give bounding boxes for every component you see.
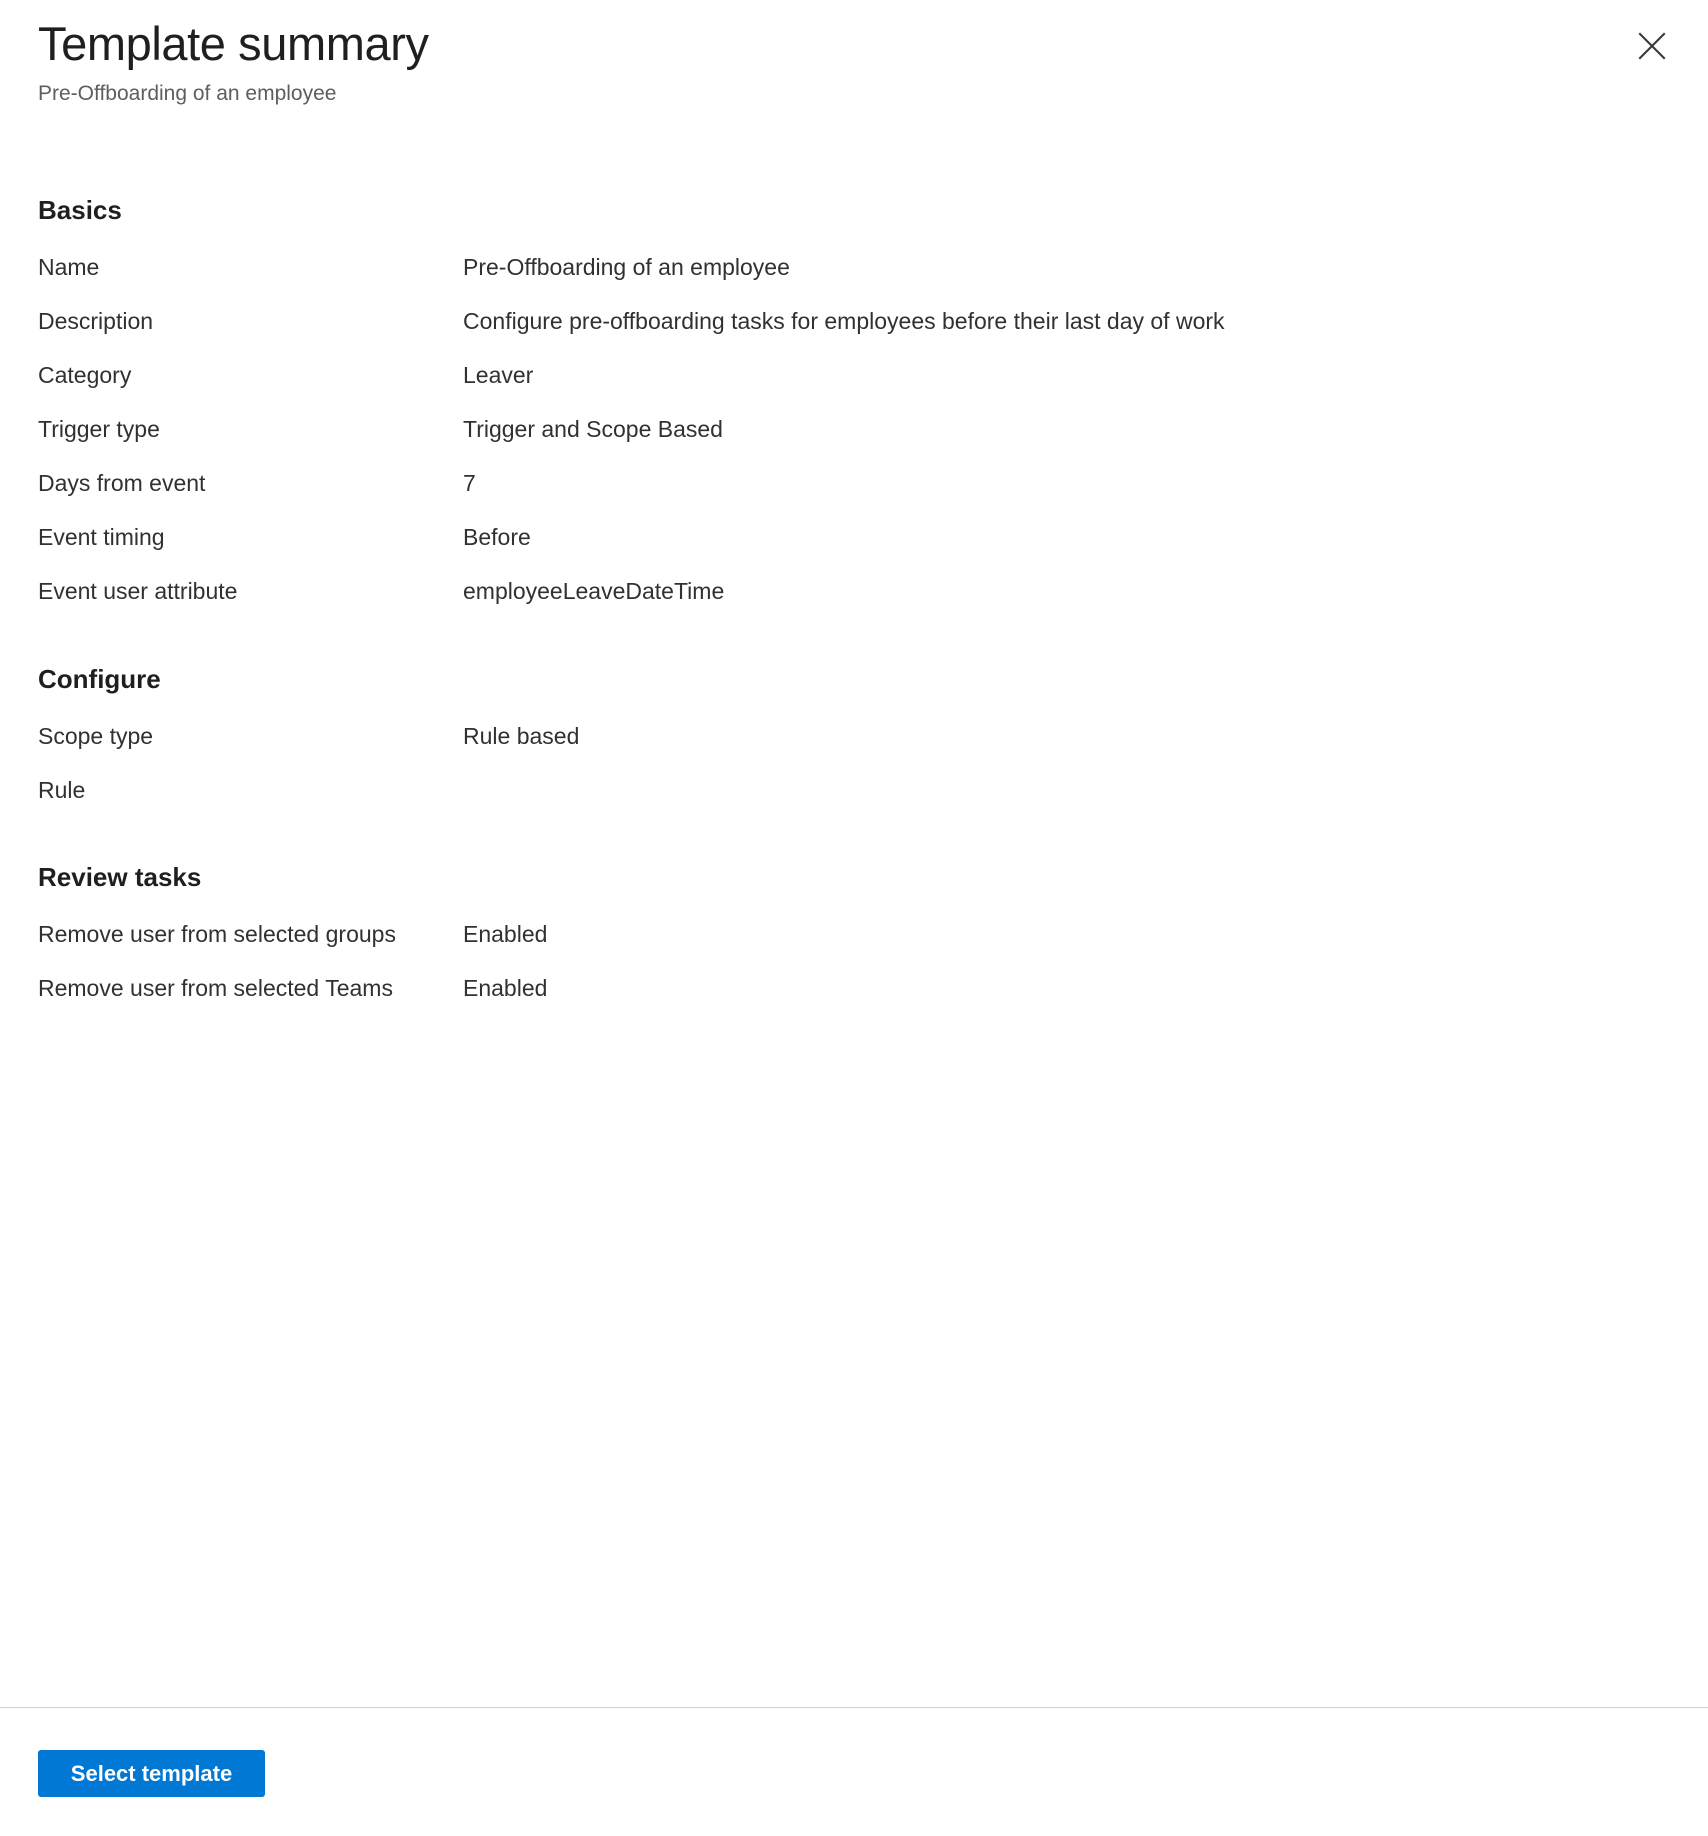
section-configure: Configure Scope type Rule based Rule <box>38 616 1670 815</box>
summary-row: Trigger type Trigger and Scope Based <box>38 400 1670 454</box>
row-value: Enabled <box>463 921 548 948</box>
summary-row: Remove user from selected Teams Enabled <box>38 959 1670 1013</box>
summary-row: Days from event 7 <box>38 454 1670 508</box>
panel-header: Template summary Pre-Offboarding of an e… <box>0 0 1708 107</box>
summary-row: Scope type Rule based <box>38 707 1670 761</box>
template-summary-panel: Template summary Pre-Offboarding of an e… <box>0 0 1708 1836</box>
row-value: employeeLeaveDateTime <box>463 578 725 605</box>
row-value: Trigger and Scope Based <box>463 416 723 443</box>
panel-footer: Select template <box>0 1707 1708 1836</box>
summary-row: Category Leaver <box>38 346 1670 400</box>
row-value: 7 <box>463 470 476 497</box>
row-value: Leaver <box>463 362 534 389</box>
close-button[interactable] <box>1626 20 1678 72</box>
row-value: Pre-Offboarding of an employee <box>463 254 790 281</box>
row-value: Before <box>463 524 531 551</box>
section-review-tasks: Review tasks Remove user from selected g… <box>38 815 1670 1013</box>
row-value: Rule based <box>463 723 580 750</box>
row-label: Event timing <box>38 524 165 551</box>
row-label: Scope type <box>38 723 154 750</box>
row-value: Enabled <box>463 975 548 1002</box>
section-heading-configure: Configure <box>38 664 161 695</box>
row-label: Days from event <box>38 470 206 497</box>
row-label: Remove user from selected groups <box>38 921 396 948</box>
review-tasks-rows: Remove user from selected groups Enabled… <box>38 905 1670 1013</box>
row-label: Remove user from selected Teams <box>38 975 393 1002</box>
summary-row: Rule <box>38 761 1670 815</box>
row-value: Configure pre-offboarding tasks for empl… <box>463 308 1225 335</box>
summary-row: Event user attribute employeeLeaveDateTi… <box>38 562 1670 616</box>
row-label: Name <box>38 254 100 281</box>
summary-row: Description Configure pre-offboarding ta… <box>38 292 1670 346</box>
section-heading-basics: Basics <box>38 194 122 225</box>
close-icon <box>1634 28 1670 64</box>
row-label: Event user attribute <box>38 578 238 605</box>
select-template-button[interactable]: Select template <box>38 1750 265 1797</box>
page-title: Template summary <box>38 17 429 70</box>
summary-row: Remove user from selected groups Enabled <box>38 905 1670 959</box>
summary-row: Event timing Before <box>38 508 1670 562</box>
section-basics: Basics Name Pre-Offboarding of an employ… <box>38 107 1670 616</box>
panel-body: Basics Name Pre-Offboarding of an employ… <box>0 107 1708 1707</box>
section-heading-review-tasks: Review tasks <box>38 862 202 893</box>
row-label: Category <box>38 362 132 389</box>
row-value <box>463 761 1670 775</box>
summary-row: Name Pre-Offboarding of an employee <box>38 238 1670 292</box>
row-label: Rule <box>38 777 86 804</box>
row-label: Trigger type <box>38 416 160 443</box>
page-subtitle: Pre-Offboarding of an employee <box>38 81 337 105</box>
row-label: Description <box>38 308 154 335</box>
basics-rows: Name Pre-Offboarding of an employee Desc… <box>38 238 1670 616</box>
configure-rows: Scope type Rule based Rule <box>38 707 1670 815</box>
